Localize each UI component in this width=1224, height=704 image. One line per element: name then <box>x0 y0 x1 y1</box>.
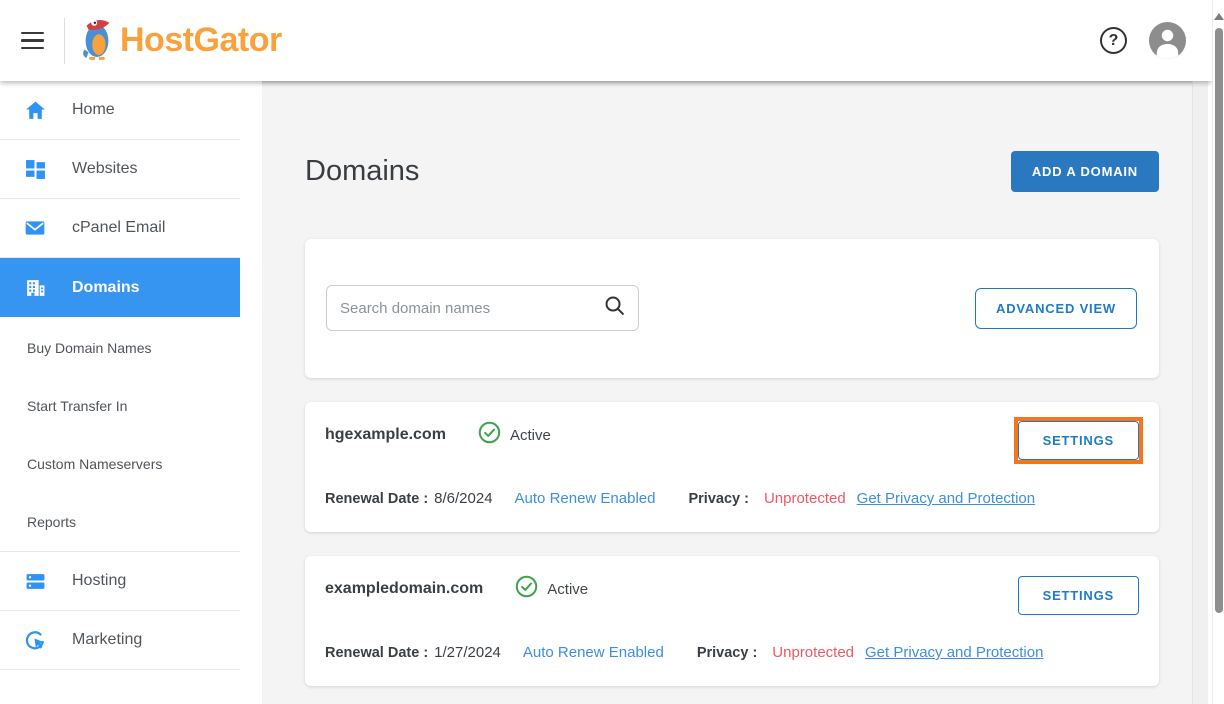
sidebar-item-buy-domain-names[interactable]: Buy Domain Names <box>0 319 240 377</box>
domain-card: exampledomain.com Active SETTINGS <box>305 556 1159 686</box>
sidebar-subitem-label: Start Transfer In <box>27 398 127 414</box>
window-scrollbar[interactable] <box>1212 0 1224 704</box>
sidebar-item-marketing[interactable]: Marketing <box>0 611 240 670</box>
click-circle-icon <box>24 629 46 651</box>
renewal-date-label: Renewal Date : <box>325 491 428 507</box>
hamburger-menu-icon[interactable] <box>8 17 56 65</box>
person-icon <box>1149 22 1186 59</box>
status-badge: Active <box>547 581 588 598</box>
privacy-status: Unprotected <box>764 490 846 507</box>
home-icon <box>24 99 46 121</box>
sidebar-item-websites[interactable]: Websites <box>0 140 240 199</box>
sidebar-item-start-transfer-in[interactable]: Start Transfer In <box>0 377 240 435</box>
sidebar-item-custom-nameservers[interactable]: Custom Nameservers <box>0 435 240 493</box>
privacy-status: Unprotected <box>772 644 854 661</box>
sidebar-item-label: Home <box>72 101 115 119</box>
main-area: Domains ADD A DOMAIN ADVANCED VIEW <box>240 81 1212 704</box>
server-icon <box>24 570 46 592</box>
grid-icon <box>24 158 46 180</box>
auto-renew-link[interactable]: Auto Renew Enabled <box>515 490 656 507</box>
settings-button[interactable]: SETTINGS <box>1018 421 1139 460</box>
sidebar: Home Websites cPanel Email <box>0 81 240 704</box>
sidebar-subgroup-domains: Buy Domain Names Start Transfer In Custo… <box>0 317 240 552</box>
sidebar-item-label: Websites <box>72 160 138 178</box>
check-circle-icon <box>478 421 501 449</box>
add-a-domain-button[interactable]: ADD A DOMAIN <box>1011 151 1159 192</box>
domain-card: hgexample.com Active SETTINGS <box>305 402 1159 532</box>
renewal-date-value: 1/27/2024 <box>434 644 501 661</box>
get-privacy-link[interactable]: Get Privacy and Protection <box>857 490 1035 507</box>
page-title: Domains <box>305 155 419 188</box>
sidebar-item-label: Hosting <box>72 572 126 590</box>
check-circle-icon <box>515 575 538 603</box>
topbar-divider <box>64 18 65 64</box>
advanced-view-button[interactable]: ADVANCED VIEW <box>975 288 1137 329</box>
sidebar-item-label: Domains <box>72 279 140 297</box>
get-privacy-link[interactable]: Get Privacy and Protection <box>865 644 1043 661</box>
search-icon[interactable] <box>604 295 625 321</box>
scrollbar-thumb[interactable] <box>1215 28 1223 613</box>
sidebar-item-label: Marketing <box>72 631 142 649</box>
privacy-label: Privacy : <box>688 491 748 507</box>
privacy-label: Privacy : <box>697 645 757 661</box>
renewal-date-label: Renewal Date : <box>325 645 428 661</box>
building-icon <box>24 277 46 299</box>
sidebar-item-cpanel-email[interactable]: cPanel Email <box>0 199 240 258</box>
domain-name: hgexample.com <box>325 426 446 444</box>
sidebar-subitem-label: Custom Nameservers <box>27 456 162 472</box>
hostgator-logo[interactable]: HostGator <box>78 15 282 66</box>
sidebar-item-reports[interactable]: Reports <box>0 493 240 551</box>
top-bar: HostGator ? <box>0 0 1212 81</box>
gator-mascot-icon <box>78 15 116 66</box>
settings-button[interactable]: SETTINGS <box>1018 576 1139 615</box>
search-card: ADVANCED VIEW <box>305 239 1159 378</box>
envelope-icon <box>24 217 46 239</box>
sidebar-item-home[interactable]: Home <box>0 81 240 140</box>
status-badge: Active <box>510 427 551 444</box>
sidebar-subitem-label: Reports <box>27 514 76 530</box>
sidebar-item-hosting[interactable]: Hosting <box>0 552 240 611</box>
sidebar-subitem-label: Buy Domain Names <box>27 340 152 356</box>
auto-renew-link[interactable]: Auto Renew Enabled <box>523 644 664 661</box>
renewal-date-value: 8/6/2024 <box>434 490 492 507</box>
avatar[interactable] <box>1149 22 1186 59</box>
search-input[interactable] <box>340 300 604 317</box>
help-icon[interactable]: ? <box>1100 27 1127 54</box>
brand-name: HostGator <box>120 21 282 60</box>
search-box[interactable] <box>326 285 639 331</box>
domain-name: exampledomain.com <box>325 580 483 598</box>
content-panel: Domains ADD A DOMAIN ADVANCED VIEW <box>262 81 1208 704</box>
settings-highlight-box: SETTINGS <box>1014 417 1143 464</box>
sidebar-item-label: cPanel Email <box>72 219 165 237</box>
sidebar-item-domains[interactable]: Domains <box>0 258 240 317</box>
scrollbar-up-arrow-icon[interactable] <box>1214 13 1224 20</box>
